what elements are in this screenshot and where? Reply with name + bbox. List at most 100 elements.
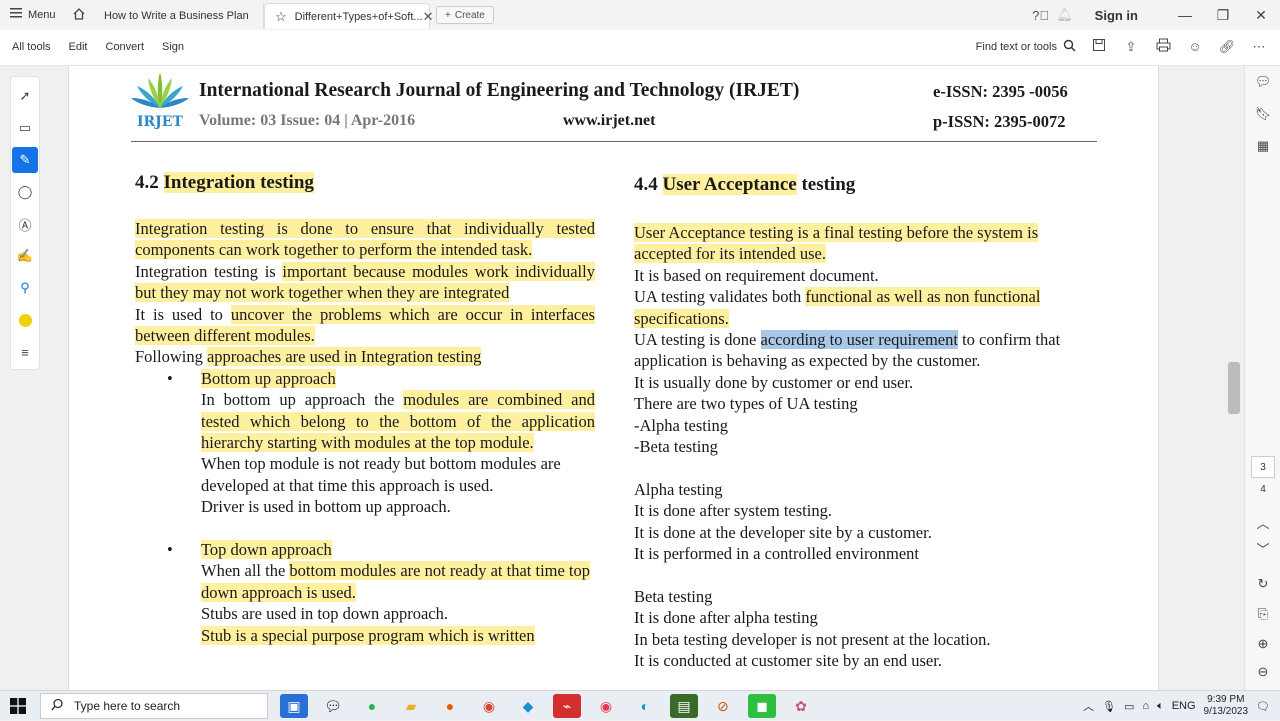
notification-bell-icon[interactable]: 🔔︎ (1053, 7, 1077, 23)
paragraph: When all the bottom modules are not read… (135, 560, 595, 603)
logo-text: IRJET (137, 114, 183, 130)
select-pointer-icon[interactable]: ➚ (12, 83, 38, 109)
sign-in-button[interactable]: Sign in (1095, 8, 1138, 23)
tray-up-arrow-icon[interactable]: ︿ (1083, 698, 1094, 714)
create-button[interactable]: + Create (436, 6, 494, 24)
text: Following (135, 347, 207, 367)
paragraph: Stubs are used in top down approach. (201, 604, 448, 624)
create-label: Create (454, 9, 485, 21)
microphone-icon[interactable]: 🎙︎ (1102, 700, 1116, 713)
journal-title: International Research Journal of Engine… (199, 80, 800, 101)
paragraph: UA testing validates both functional as … (634, 286, 1098, 329)
search-icon (1063, 39, 1076, 55)
notification-center-icon[interactable]: 🗨︎ (1256, 700, 1270, 713)
highlight-pen-icon[interactable]: ✎ (12, 147, 38, 173)
minimize-icon[interactable]: — (1166, 7, 1204, 23)
paragraph: It is based on requirement document. (634, 265, 879, 285)
tab-business-plan[interactable]: How to Write a Business Plan (94, 3, 264, 29)
firefox-icon[interactable]: ● (436, 694, 464, 718)
close-tab-icon[interactable]: ✕ (423, 9, 434, 25)
taskbar-clock[interactable]: 9:39 PM 9/13/2023 (1204, 694, 1249, 718)
edge-icon[interactable]: ◐ (631, 694, 659, 718)
link-icon[interactable]: 🔗︎ (1218, 38, 1236, 56)
menu-convert[interactable]: Convert (106, 41, 145, 53)
fill-sign-icon[interactable]: ✍ (12, 243, 38, 269)
menu-all-tools[interactable]: All tools (12, 41, 51, 53)
add-comment-icon[interactable]: ▭ (12, 115, 38, 141)
paragraph: UA testing is done according to user req… (634, 329, 1098, 372)
bullet-title: Bottom up approach (201, 368, 336, 388)
paragraph: In beta testing developer is not present… (634, 629, 991, 649)
app-blue-icon[interactable]: ◆ (514, 694, 542, 718)
vertical-scrollbar-thumb[interactable] (1228, 362, 1240, 414)
battery-icon[interactable]: ▭ (1124, 700, 1134, 713)
store-app-icon[interactable]: ▣ (280, 694, 308, 718)
bullet-dot: • (167, 540, 173, 560)
menu-button[interactable]: Menu (10, 8, 56, 21)
current-page-box[interactable]: 3 (1251, 456, 1275, 478)
restore-icon[interactable]: ❐ (1204, 7, 1242, 24)
text: It is used to (135, 304, 231, 324)
volume-icon[interactable]: 🔈︎ (1157, 700, 1164, 713)
text: UA testing is done (634, 330, 761, 350)
menu-sign[interactable]: Sign (162, 41, 184, 53)
lasso-draw-icon[interactable]: ◯ (12, 179, 38, 205)
paragraph: It is done after alpha testing (634, 608, 818, 628)
print-icon[interactable] (1154, 38, 1172, 56)
color-picker-icon[interactable] (12, 307, 38, 333)
menu-label: Menu (28, 8, 56, 21)
upload-cloud-icon[interactable]: ⇪ (1122, 38, 1140, 56)
menu-lines-icon[interactable]: ≡ (12, 339, 38, 365)
tab-label: How to Write a Business Plan (104, 10, 249, 22)
taskbar-search-box[interactable]: Type here to search (40, 693, 268, 719)
close-window-icon[interactable]: ✕ (1242, 7, 1280, 24)
line-app-icon[interactable]: ◼ (748, 694, 776, 718)
tab-active-document[interactable]: ☆ Different+Types+of+Soft... ✕ (264, 3, 433, 29)
list-item: • Top down approach (135, 539, 595, 560)
paragraph: When top module is not ready but bottom … (201, 454, 561, 495)
pdf-page: IRJET International Research Journal of … (68, 66, 1159, 690)
volume-text: Volume: 03 Issue: 04 | Apr-2016 (199, 112, 416, 129)
menu-edit[interactable]: Edit (69, 41, 88, 53)
selected-text[interactable]: according to user requirement (760, 330, 958, 350)
help-icon[interactable]: ?⃝ (1029, 8, 1053, 23)
save-icon[interactable] (1090, 38, 1108, 56)
zoom-out-icon[interactable]: ⊖ (1245, 656, 1280, 688)
paragraph: Integration testing is important because… (135, 261, 595, 304)
text: Integration testing is (135, 261, 283, 281)
terminal-app-icon[interactable]: ▤ (670, 694, 698, 718)
comments-panel-icon[interactable]: 💬︎ (1245, 66, 1280, 98)
text: When all the (201, 561, 290, 581)
acrobat-icon[interactable]: ⌁ (553, 694, 581, 718)
home-icon[interactable] (72, 7, 86, 24)
wechat-app-icon[interactable]: ● (358, 694, 386, 718)
paragraph: User Acceptance testing is a final testi… (634, 222, 1098, 265)
tab-bar: Menu How to Write a Business Plan ☆ Diff… (0, 0, 1280, 30)
language-indicator[interactable]: ENG (1172, 700, 1196, 712)
paragraph: There are two types of UA testing (634, 394, 858, 414)
text-box-icon[interactable]: Ⓐ (12, 211, 38, 237)
windows-start-icon[interactable] (10, 698, 26, 719)
network-icon[interactable]: ⌂ (1142, 700, 1149, 712)
irjet-logo: IRJET (131, 70, 189, 134)
heading-number: 4.2 (135, 172, 159, 193)
chevron-down-icon[interactable]: ﹀ (1245, 532, 1280, 564)
more-options-icon[interactable]: ⋯ (1250, 38, 1268, 56)
left-column-text: Integration testing is done to ensure th… (135, 218, 595, 646)
app-pink-icon[interactable]: ✿ (787, 694, 815, 718)
recorder-icon[interactable]: ◉ (592, 694, 620, 718)
chrome-icon[interactable]: ◉ (475, 694, 503, 718)
chat-app-icon[interactable]: 💬︎ (319, 694, 347, 718)
page-fit-icon[interactable]: ⎘ (1245, 598, 1280, 630)
website-text: www.irjet.net (563, 112, 656, 129)
file-explorer-icon[interactable]: ▰ (397, 694, 425, 718)
pin-icon[interactable]: ⚲ (12, 275, 38, 301)
bookmark-icon[interactable]: 🔖︎ (1245, 98, 1280, 130)
paragraph: Driver is used in bottom up approach. (201, 497, 451, 517)
refresh-icon[interactable]: ↻ (1245, 568, 1280, 600)
find-tools-search[interactable]: Find text or tools (976, 39, 1076, 55)
star-icon[interactable]: ☆ (275, 9, 287, 25)
thumbnails-grid-icon[interactable]: ▦ (1245, 130, 1280, 162)
share-user-icon[interactable]: ☺ (1186, 38, 1204, 56)
app-orange-icon[interactable]: ⊘ (709, 694, 737, 718)
